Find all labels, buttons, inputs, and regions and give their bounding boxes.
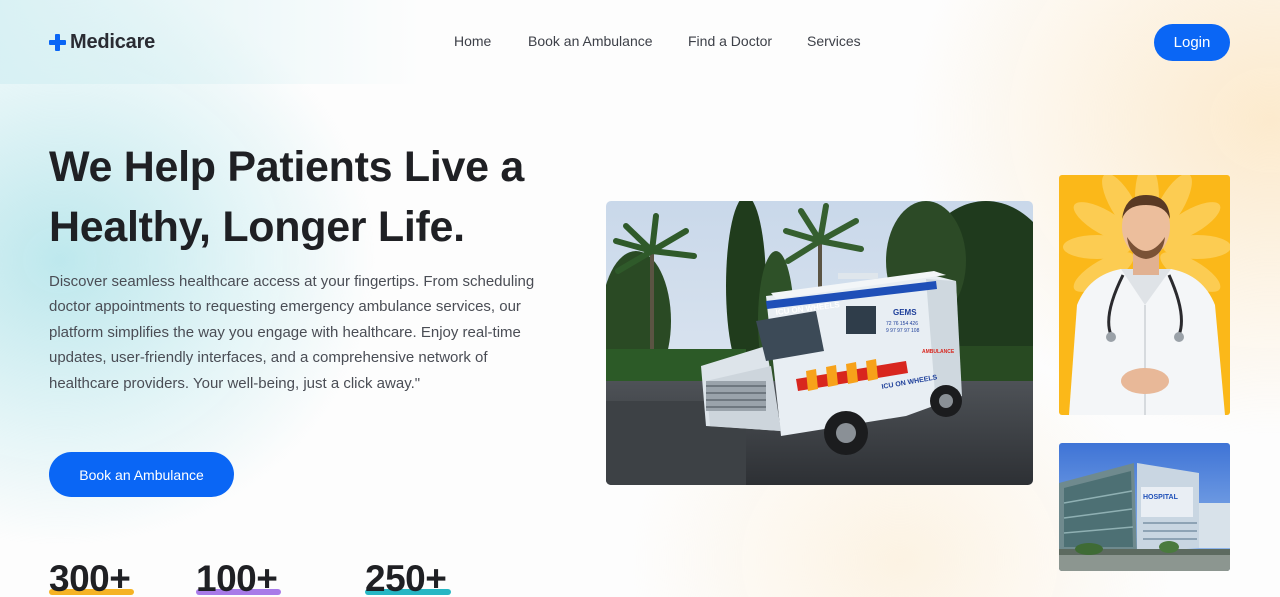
nav-link-home[interactable]: Home — [454, 33, 491, 49]
brand-logo[interactable]: Medicare — [49, 29, 155, 55]
ambulance-brand-text: GEMS — [893, 308, 917, 317]
hero-description: Discover seamless healthcare access at y… — [49, 273, 535, 392]
medical-cross-icon — [49, 33, 66, 51]
hero-title-line-2: Healthy, Longer Life. — [49, 203, 465, 251]
site-header: Medicare Home Book an Ambulance Find a D… — [0, 0, 1280, 84]
stat-item: 250+ — [365, 557, 451, 597]
ambulance-photo: ICU ON WHEELS GEMS 72 76 154 426 9 97 97… — [606, 201, 1033, 485]
nav-link-book-ambulance[interactable]: Book an Ambulance — [528, 33, 653, 49]
stat-item: 100+ — [196, 557, 281, 597]
book-ambulance-button[interactable]: Book an Ambulance — [49, 452, 234, 497]
hospital-photo: HOSPITAL — [1059, 443, 1230, 571]
nav-link-find-doctor[interactable]: Find a Doctor — [688, 33, 772, 49]
ambulance-phone-1: 72 76 154 426 — [886, 321, 918, 327]
nav-link-services[interactable]: Services — [807, 33, 861, 49]
stat-item: 300+ — [49, 557, 134, 597]
hero-title-line-1: We Help Patients Live a — [49, 143, 525, 191]
ambulance-type-text: AMBULANCE — [922, 349, 955, 355]
hero-title: We Help Patients Live a Healthy, Longer … — [49, 137, 589, 257]
login-button[interactable]: Login — [1154, 24, 1230, 61]
hospital-sign-text: HOSPITAL — [1143, 494, 1179, 501]
ambulance-phone-2: 9 97 97 97 108 — [886, 328, 920, 334]
doctor-photo — [1059, 175, 1230, 415]
stat-value: 300+ — [49, 558, 131, 597]
stat-value: 100+ — [196, 558, 278, 597]
stat-value: 250+ — [365, 558, 447, 597]
brand-name: Medicare — [70, 30, 156, 53]
